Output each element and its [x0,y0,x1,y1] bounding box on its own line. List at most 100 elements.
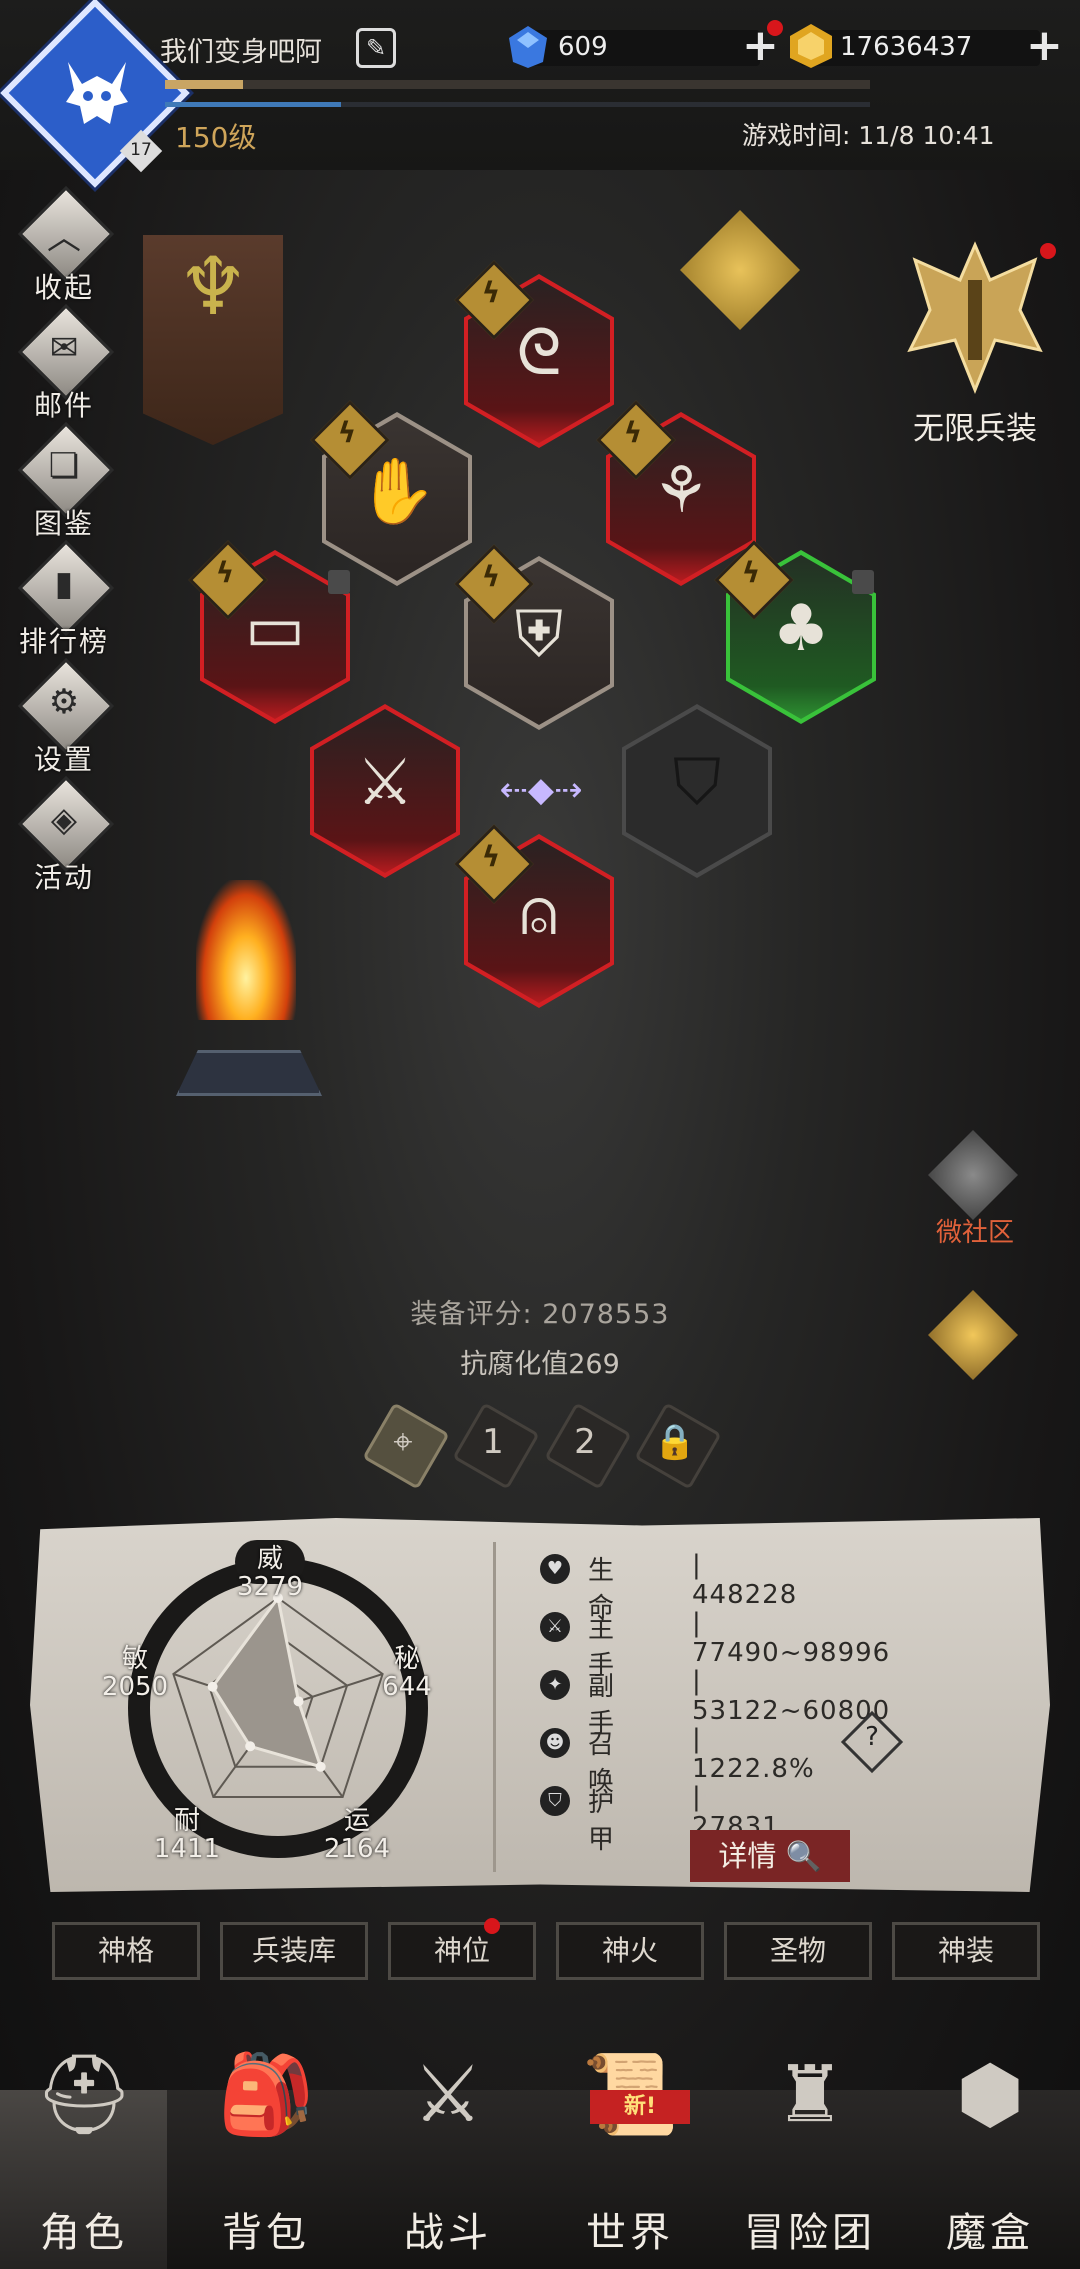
side-collapse-button[interactable]: ︿ 收起 [14,185,115,308]
nav-backpack-label: 背包 [222,2210,310,2256]
radar-point [315,1761,326,1772]
sword-icon: ⚔ [540,1612,570,1642]
rune-marker-icon: ϟ [215,556,235,589]
rune-marker-icon: ϟ [481,840,501,873]
divine-rank-notification-dot [484,1918,500,1934]
side-codex-button[interactable]: ❏ 图鉴 [14,421,115,544]
armor-icon: ⛉ [540,1786,570,1816]
tab-divine-gear[interactable]: 神装 [892,1922,1040,1980]
gold-count: 17636437 [840,32,973,62]
stats-divider [493,1542,496,1872]
radar-point [293,1696,304,1707]
activity-icon: ◈ [50,800,78,840]
heart-icon: ♥ [540,1554,570,1584]
xp-bar-fill [165,80,243,89]
preset-1-label: 1 [482,1422,504,1462]
attr-name-wei: 威 [256,1544,283,1574]
collapse-icon: ︿ [47,218,81,258]
side-codex-label: 图鉴 [33,507,94,540]
attr-value-min: 2050 [101,1672,169,1702]
box-icon: ⬢ [955,2050,1025,2140]
player-rank-text: 17 [130,140,152,160]
stat-value: | 53122~60800 [692,1666,891,1726]
demon-skull-icon [66,62,128,124]
side-ranking-button[interactable]: ▮ 排行榜 [14,539,115,662]
rune-marker-icon: ϟ [741,556,761,589]
location-pin-icon: ⌖ [393,1422,413,1462]
tab-divine-rank[interactable]: 神位 [388,1922,536,1980]
empty-shield-icon: ⛉ [673,746,721,820]
rune-marker-icon: ϟ [623,416,643,449]
xp-bar [165,80,870,89]
rune-marker-icon: ϟ [481,276,501,309]
gem-notification-dot [767,20,783,36]
attr-value-yun: 2164 [323,1834,391,1864]
gold-coin-icon [790,24,832,68]
tab-relics[interactable]: 圣物 [724,1922,872,1980]
gear-icon: ⚙ [48,682,80,722]
brazier-base [176,1050,322,1096]
corruption-resistance: 抗腐化值269 [460,1349,620,1380]
tab-godhood[interactable]: 神格 [52,1922,200,1980]
add-gold-button[interactable]: + [1026,24,1063,68]
tab-divine-fire[interactable]: 神火 [556,1922,704,1980]
side-activity-button[interactable]: ◈ 活动 [14,775,115,898]
mail-icon: ✉ [49,328,79,368]
lock-icon: 🔒 [653,1422,697,1462]
side-mail-label: 邮件 [33,389,94,422]
infinite-gear-icon[interactable] [900,240,1050,400]
nav-adventure-team-label: 冒险团 [744,2210,876,2256]
swap-weapon-icon[interactable]: ⇠◆⇢ [488,770,594,810]
shield-sword-icon: ⚔ [413,2050,483,2140]
lock-icon [852,570,874,594]
side-activity-label: 活动 [33,861,94,894]
helmet-icon: ⛑ [34,2050,134,2140]
side-ranking-label: 排行榜 [18,625,109,658]
edit-name-icon[interactable]: ✎ [356,28,396,68]
new-badge: 新! [590,2090,690,2124]
equipment-score: 装备评分: 2078553 [410,1299,670,1330]
radar-point [207,1681,218,1692]
castle-icon: ♜ [775,2050,845,2140]
nav-battle-label: 战斗 [404,2210,492,2256]
radar-value-shape [210,1594,324,1769]
lock-icon [328,570,350,594]
player-name: 我们变身吧阿 [160,37,322,68]
tab-armory[interactable]: 兵装库 [220,1922,368,1980]
side-collapse-label: 收起 [33,271,94,304]
side-mail-button[interactable]: ✉ 邮件 [14,303,115,426]
nav-magic-box[interactable]: ⬢ 魔盒 [900,2050,1080,2269]
magnifier-icon: 🔍 [785,1839,822,1873]
ranking-icon: ▮ [54,564,74,604]
stat-value: | 1222.8% [692,1724,815,1784]
detail-button[interactable]: 详情 🔍 [690,1830,850,1882]
help-icon[interactable]: ? [850,1722,894,1752]
detail-button-label: 详情 [718,1839,777,1873]
nav-world[interactable]: 📜 世界 [540,2050,720,2269]
stat-value: | 448228 [692,1550,798,1610]
infinite-gear-notification-dot [1040,243,1056,259]
flame-icon[interactable] [196,880,296,1020]
side-settings-button[interactable]: ⚙ 设置 [14,657,115,780]
preset-2-label: 2 [574,1422,596,1462]
nav-backpack[interactable]: 🎒 背包 [176,2050,356,2269]
player-level: 150级 [175,121,257,154]
rune-marker-icon: ϟ [337,416,357,449]
gem-count: 609 [558,32,608,62]
attr-value-mi: 644 [382,1672,432,1702]
attr-value-nai: 1411 [153,1834,221,1864]
radar-point [245,1741,256,1752]
community-label: 微社区 [935,1218,1014,1248]
game-time: 游戏时间: 11/8 10:41 [742,121,995,150]
nav-magic-box-label: 魔盒 [946,2210,1034,2256]
offhand-icon: ✦ [540,1670,570,1700]
nav-character[interactable]: ⛑ 角色 [0,2050,174,2269]
nav-battle[interactable]: ⚔ 战斗 [358,2050,538,2269]
rune-marker-icon: ϟ [481,560,501,593]
attr-value-wei: 3279 [236,1572,304,1602]
nav-adventure-team[interactable]: ♜ 冒险团 [720,2050,900,2269]
summon-icon: ☻ [540,1728,570,1758]
nav-character-label: 角色 [40,2210,128,2256]
book-icon: ❏ [48,446,80,486]
sword-weapon-icon: ⚔ [356,746,414,820]
